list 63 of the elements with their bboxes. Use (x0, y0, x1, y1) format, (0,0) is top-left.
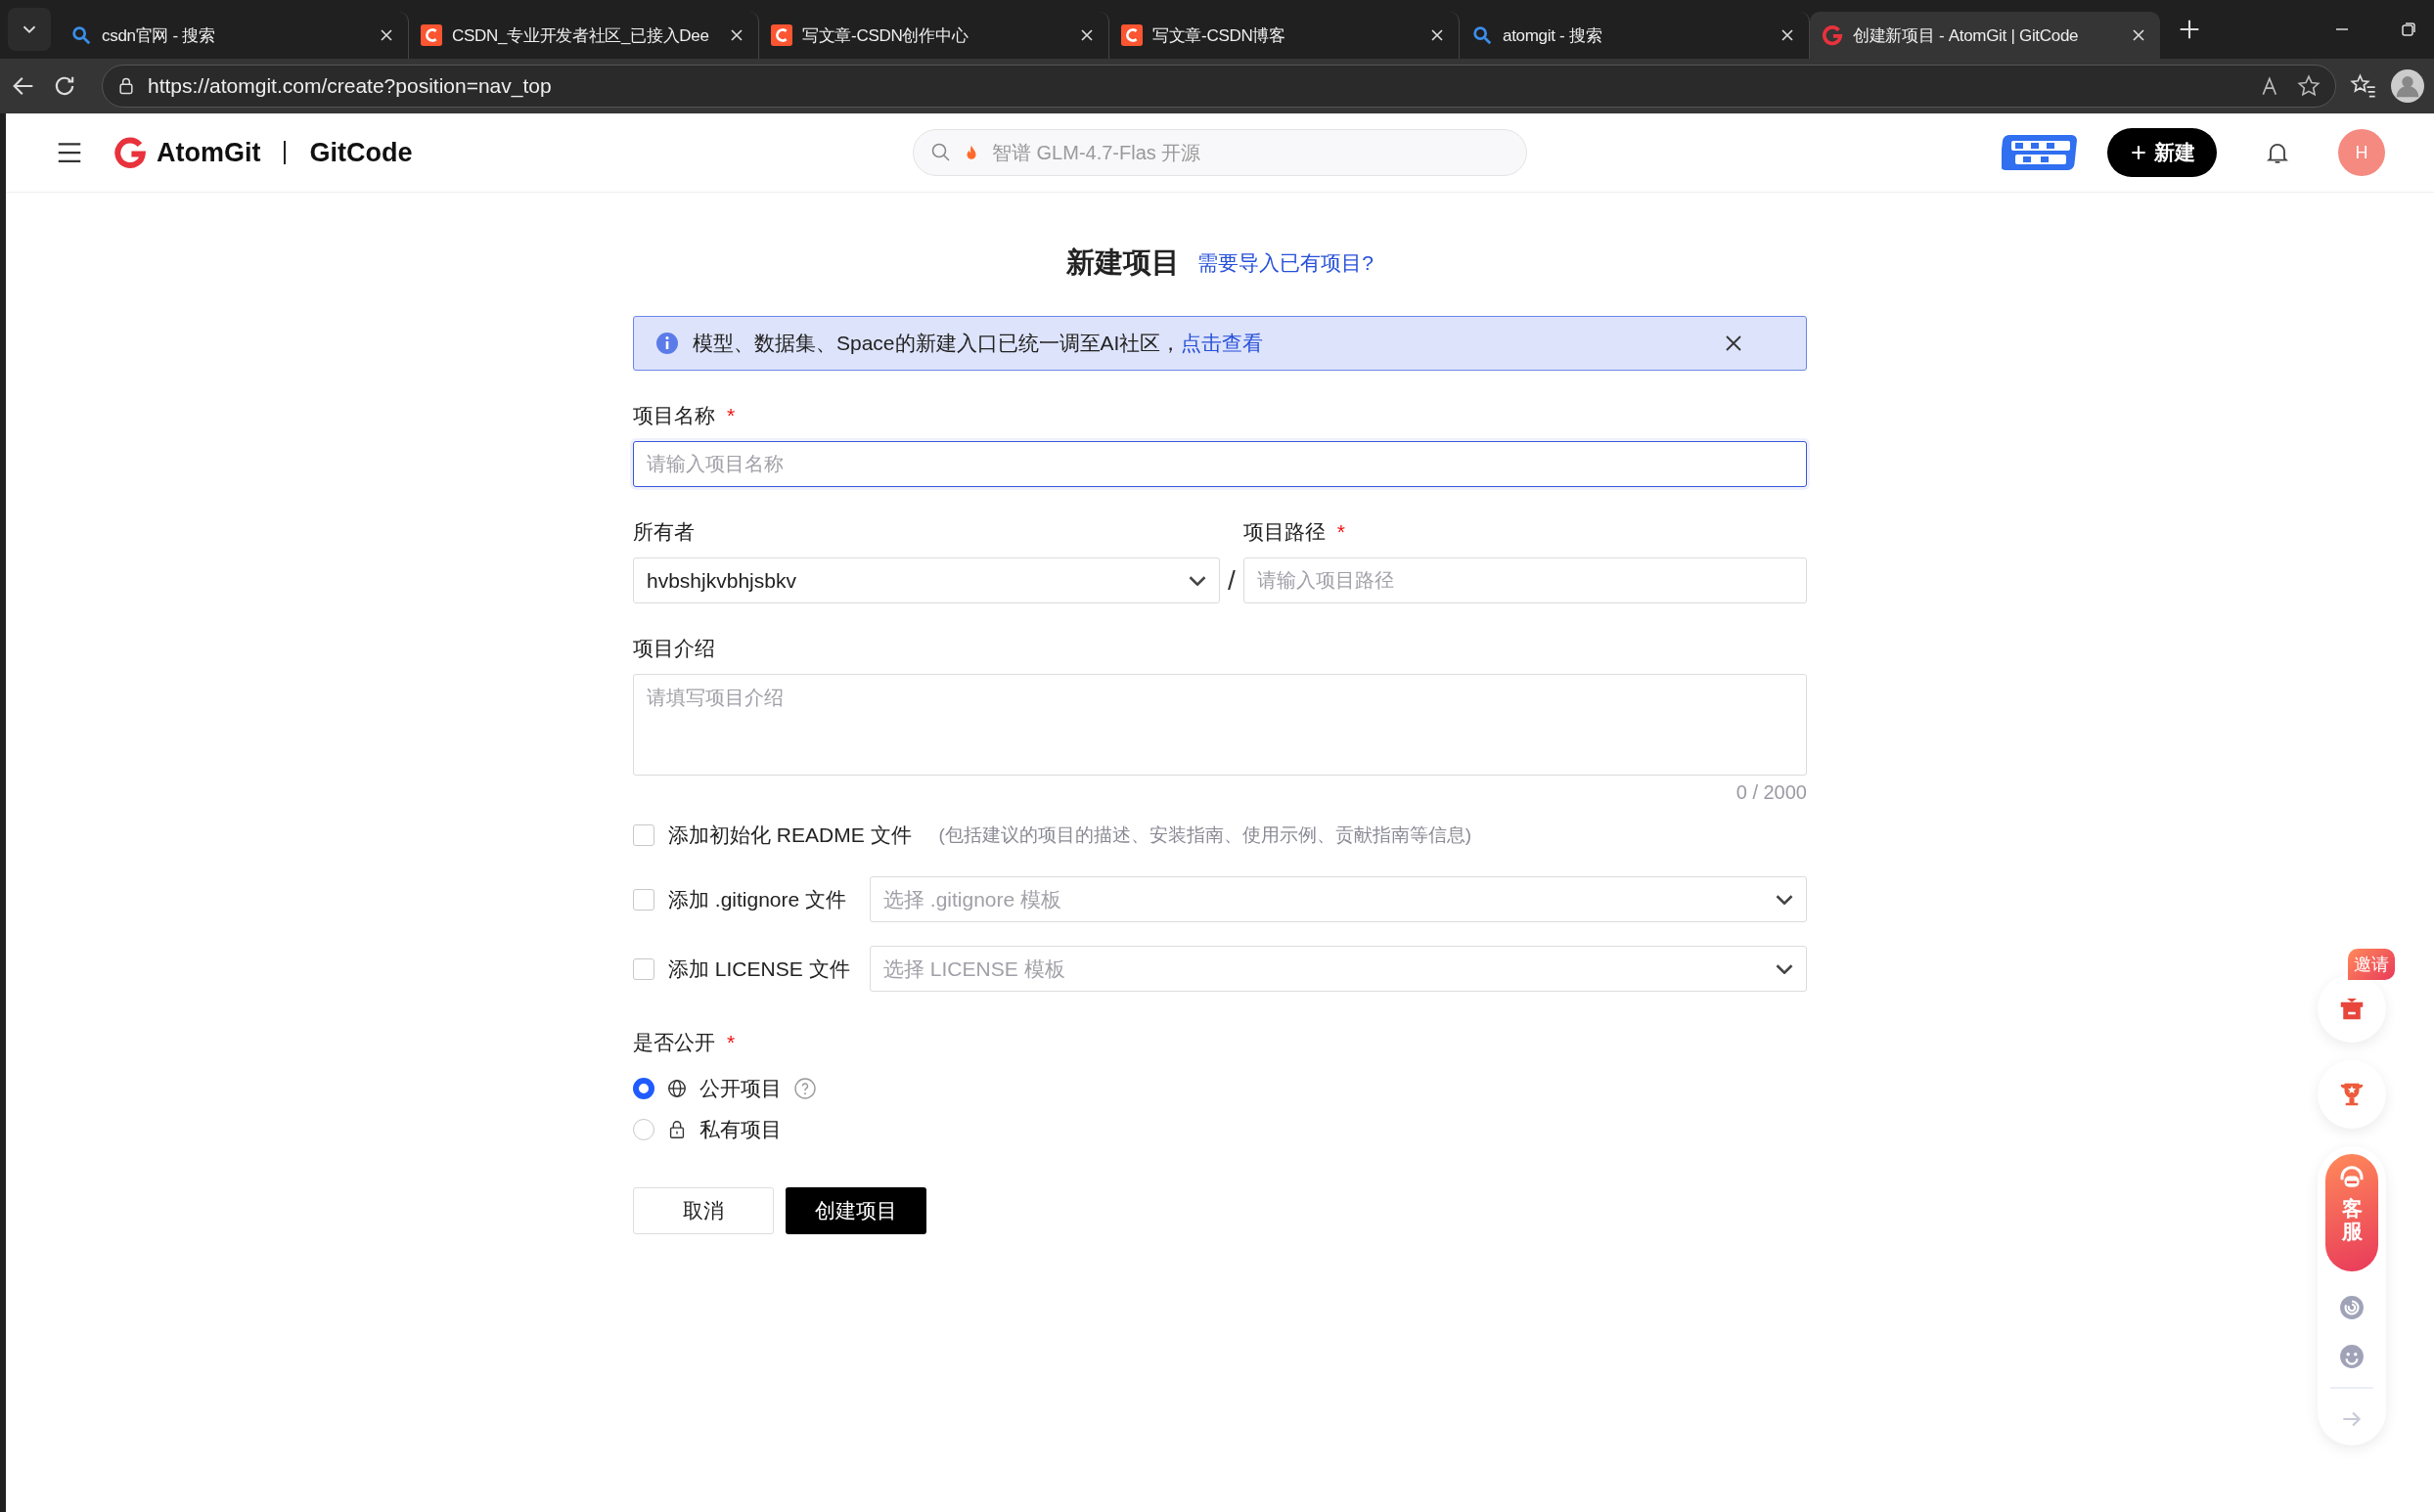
plus-icon (2129, 143, 2148, 162)
star-icon[interactable] (2296, 73, 2321, 99)
checkbox-label[interactable]: 添加 LICENSE 文件 (668, 955, 852, 983)
import-link[interactable]: 需要导入已有项目? (1197, 249, 1374, 277)
path-separator: / (1228, 563, 1236, 598)
tab-title: 写文章-CSDN创作中心 (802, 24, 969, 47)
browser-tab[interactable]: 创建新项目 - AtomGit | GitCode (1810, 12, 2160, 59)
new-button[interactable]: 新建 (2107, 128, 2217, 177)
profile-icon[interactable] (2391, 69, 2424, 103)
c-logo-icon (421, 24, 442, 46)
project-path-field[interactable]: 请输入项目路径 (1242, 557, 1807, 603)
search-input[interactable]: 智谱 GLM-4.7-Flas 开源 (990, 140, 1510, 165)
create-project-button[interactable]: 创建项目 (786, 1187, 926, 1234)
chevron-down-icon (1776, 963, 1793, 974)
g-logo-icon (113, 136, 147, 169)
field-label: 是否公开 (633, 1030, 715, 1055)
c-logo-icon (771, 24, 792, 46)
tab-title: 创建新项目 - AtomGit | GitCode (1853, 24, 2080, 47)
tab-title: 写文章-CSDN博客 (1152, 24, 1286, 47)
search-icon (1471, 24, 1493, 46)
checkbox-label[interactable]: 添加初始化 README 文件 (668, 822, 912, 849)
c-logo-icon (1121, 24, 1143, 46)
required-mark: * (1336, 520, 1345, 544)
brand-name[interactable]: AtomGit (157, 137, 261, 168)
invite-badge: 邀请 (2348, 949, 2395, 980)
lock-icon (116, 76, 136, 96)
required-mark: * (727, 1031, 736, 1054)
checkbox[interactable] (633, 824, 654, 846)
view-link[interactable]: 点击查看 (1181, 332, 1264, 354)
radio-label[interactable]: 公开项目 (699, 1075, 782, 1102)
url-text: https://atomgit.com/create?position=nav_top (148, 74, 552, 98)
tab-title: csdn官网 - 搜索 (102, 24, 216, 47)
help-icon[interactable] (793, 1077, 817, 1100)
radio-label[interactable]: 私有项目 (699, 1116, 782, 1143)
chevron-down-icon (1776, 894, 1793, 905)
globe-icon (666, 1078, 688, 1099)
tab-title: CSDN_专业开发者社区_已接入Dee (452, 24, 710, 47)
chevron-down-icon (1189, 575, 1206, 586)
search-field[interactable]: 智谱 GLM-4.7-Flas 开源 (913, 129, 1527, 176)
description-field[interactable]: 请填写项目介绍 (633, 674, 1807, 776)
required-mark: * (727, 404, 736, 427)
field-label: 所有者 (633, 519, 695, 545)
cancel-button[interactable]: 取消 (633, 1187, 774, 1234)
checkbox[interactable] (633, 888, 654, 911)
owner-select[interactable]: hvbshjkvbhjsbkv (633, 557, 1220, 603)
page-title: 新建项目 (1066, 245, 1181, 280)
brand-name[interactable]: GitCode (309, 137, 413, 168)
info-icon (655, 332, 679, 355)
field-label: 项目名称 (633, 403, 715, 428)
field-label: 项目路径 (1242, 519, 1326, 545)
checkbox[interactable] (633, 957, 654, 980)
favorites-icon[interactable] (2350, 72, 2377, 100)
address-field[interactable]: https://atomgit.com/create?position=nav_top (102, 65, 2336, 108)
search-icon (70, 24, 92, 46)
character-counter: 0 / 2000 (1735, 781, 1807, 804)
banner-text: 模型、数据集、Space的新建入口已统一调至AI社区，点击查看 (693, 331, 1264, 356)
hint-text: (包括建议的项目的描述、安装指南、使用示例、贡献指南等信息) (938, 823, 1472, 847)
radio-button[interactable] (633, 1078, 654, 1099)
project-name-field[interactable]: 请输入项目名称 (633, 441, 1807, 487)
tab-title: atomgit - 搜索 (1503, 24, 1603, 47)
checkbox-label[interactable]: 添加 .gitignore 文件 (668, 885, 852, 913)
g-logo-icon (1822, 24, 1843, 46)
field-label: 项目介绍 (633, 636, 715, 661)
